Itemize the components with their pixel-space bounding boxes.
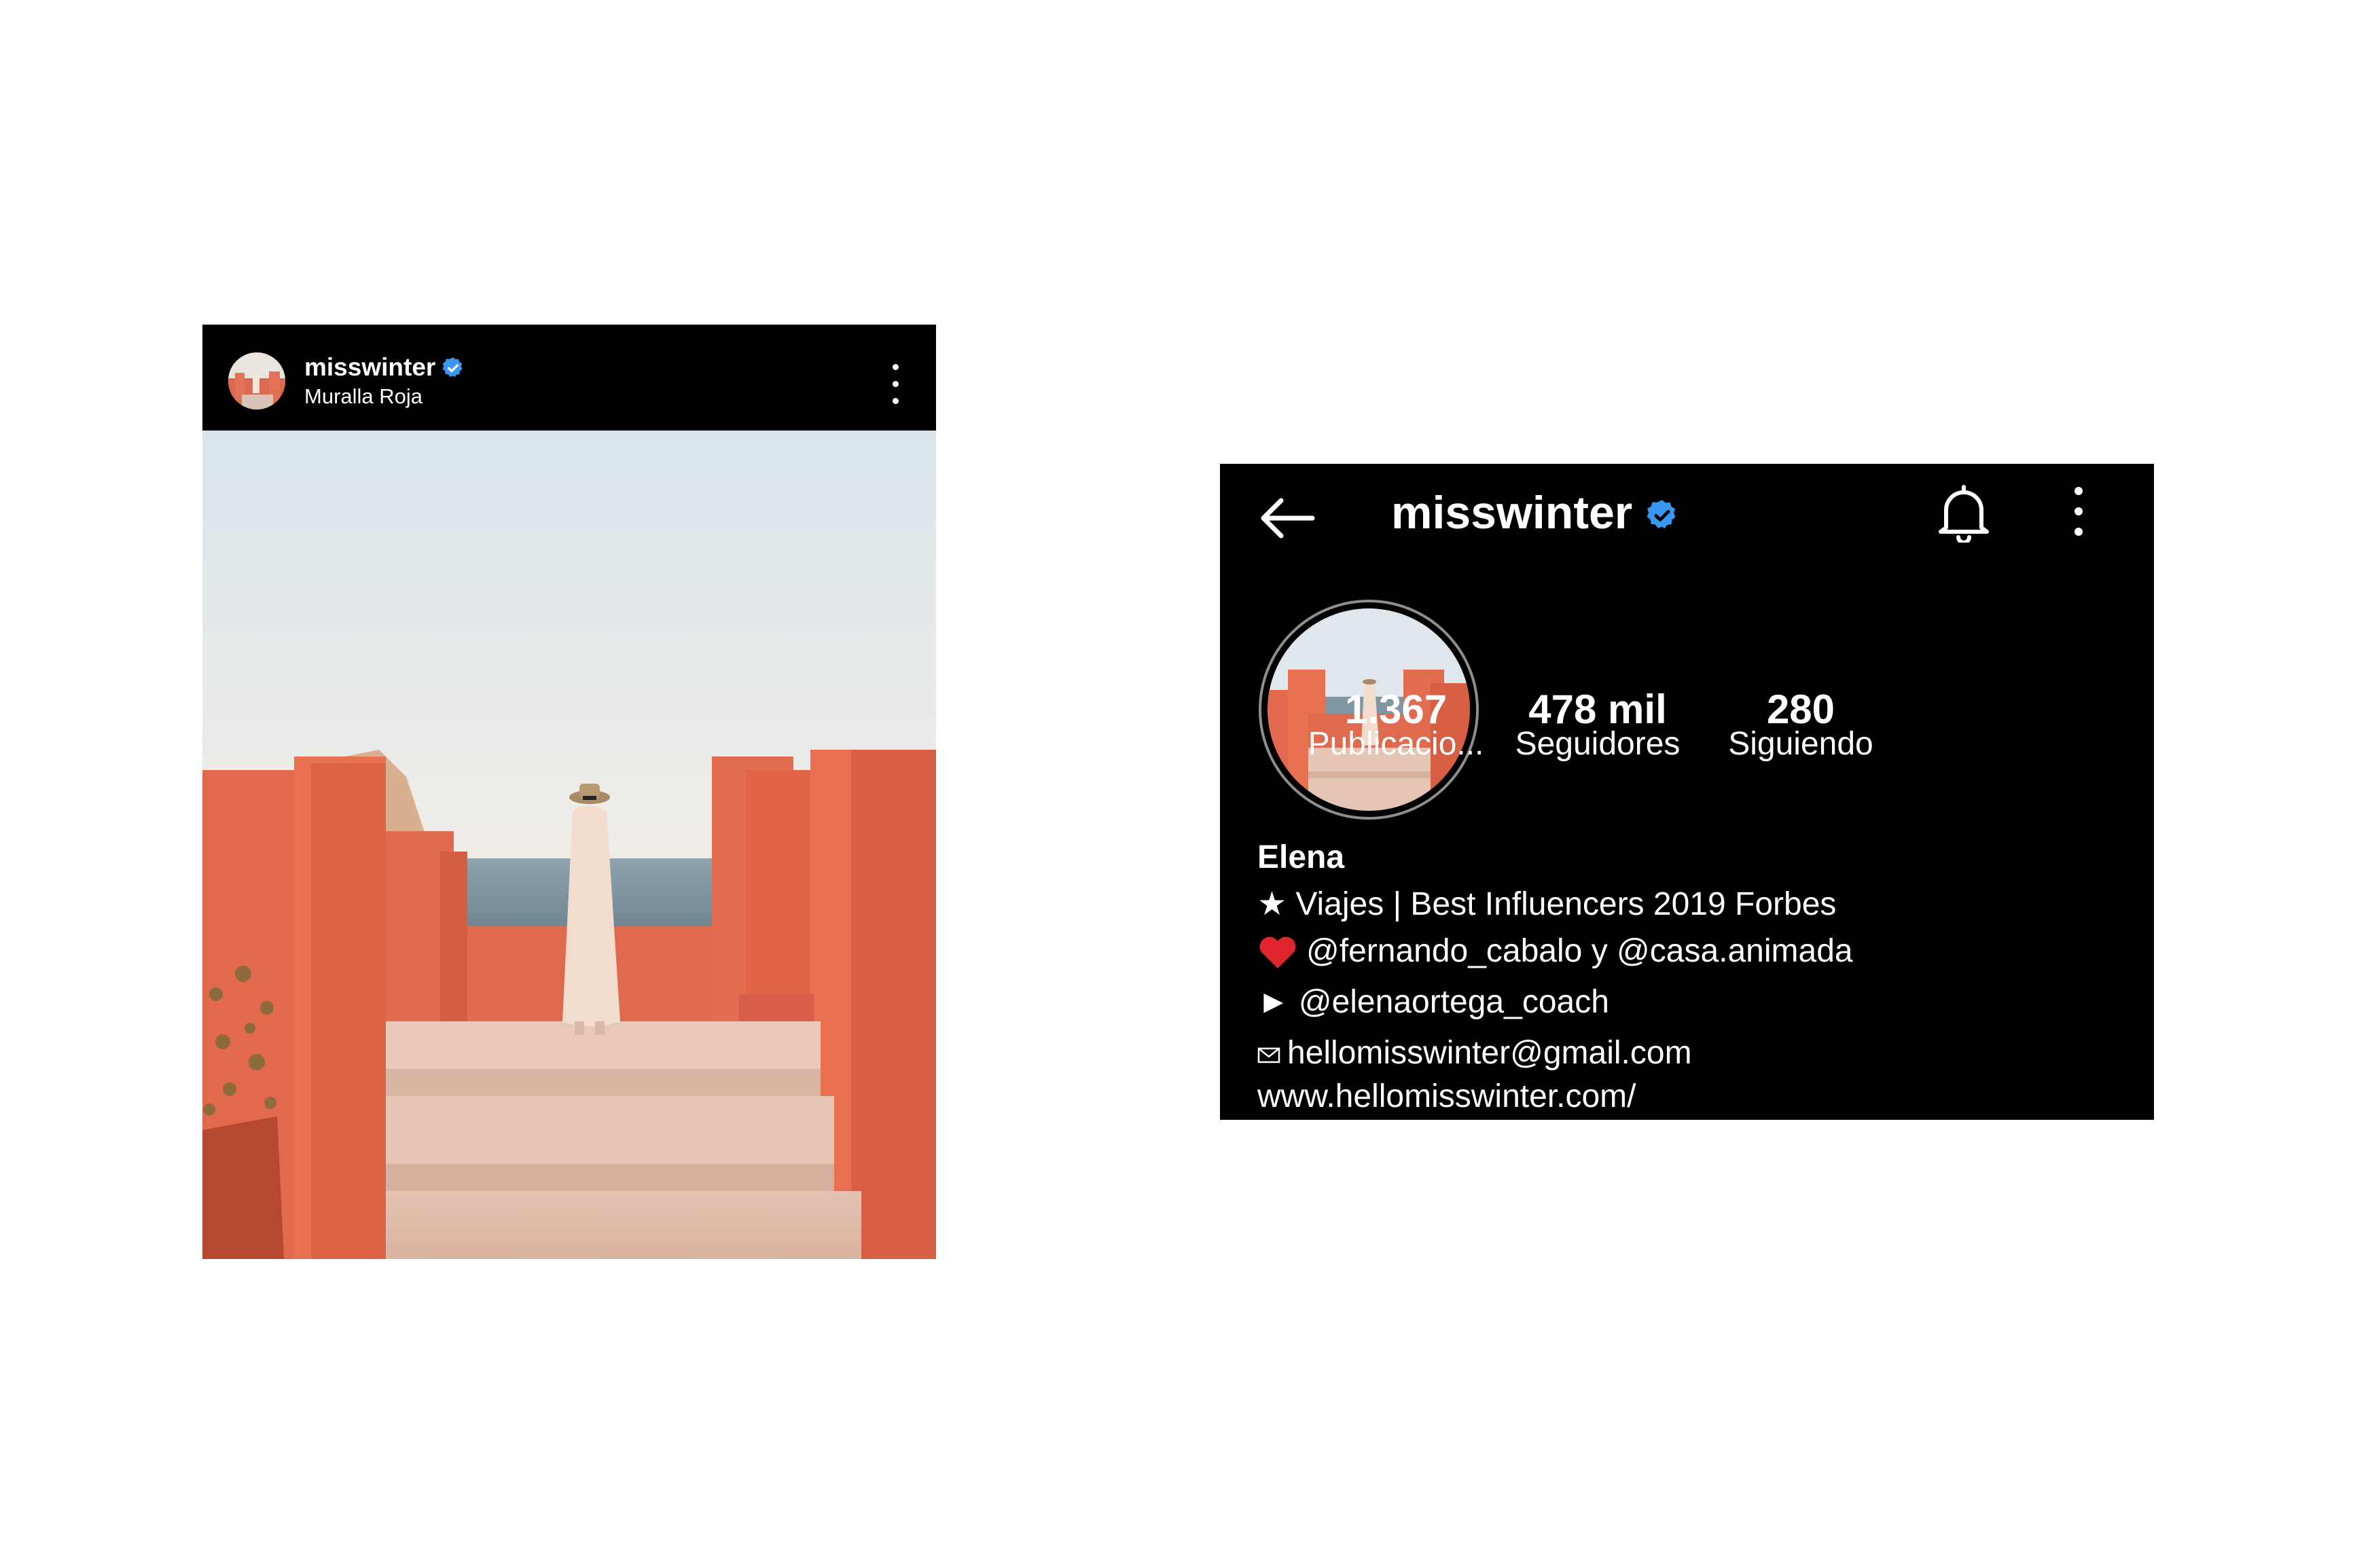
- envelope-icon: [1257, 1048, 1280, 1063]
- post-header: misswinter Muralla Roja: [202, 325, 936, 431]
- more-options-icon[interactable]: [885, 364, 905, 405]
- bio-text-3[interactable]: ► @elenaortega_coach: [1257, 984, 1609, 1020]
- back-arrow-icon[interactable]: [1258, 494, 1316, 543]
- profile-name: Elena: [1257, 839, 1345, 875]
- bio-line-1: ★ Viajes | Best Influencers 2019 Forbes: [1257, 885, 1836, 923]
- followers-label[interactable]: Seguidores: [1489, 725, 1706, 763]
- post-username[interactable]: misswinter: [304, 353, 435, 382]
- bio-line-3[interactable]: ► @elenaortega_coach: [1257, 983, 1609, 1021]
- post-photo[interactable]: [202, 431, 936, 1259]
- more-options-icon[interactable]: [2066, 487, 2091, 536]
- bio-text-4[interactable]: hellomisswinter@gmail.com: [1287, 1035, 1692, 1071]
- following-label[interactable]: Siguiendo: [1692, 725, 1909, 763]
- heart-icon: [1259, 936, 1296, 969]
- notification-bell-icon[interactable]: [1935, 483, 1992, 543]
- profile-header: misswinter 1.367 Publicacio... 478 mil S…: [1220, 464, 2154, 1120]
- post-avatar[interactable]: [228, 352, 285, 409]
- post-location[interactable]: Muralla Roja: [304, 384, 423, 409]
- verified-badge-icon: [442, 357, 463, 378]
- instagram-post: misswinter Muralla Roja: [202, 325, 936, 1259]
- bio-text-1: ★ Viajes | Best Influencers 2019 Forbes: [1257, 886, 1837, 922]
- bio-text-2[interactable]: @fernando_cabalo y @casa.animada: [1306, 933, 1853, 969]
- bio-line-2[interactable]: @fernando_cabalo y @casa.animada: [1257, 932, 1853, 970]
- bio-line-4[interactable]: hellomisswinter@gmail.com: [1257, 1034, 1692, 1072]
- profile-username: misswinter: [1391, 487, 1633, 539]
- posts-label[interactable]: Publicacio...: [1287, 725, 1505, 763]
- website-link[interactable]: www.hellomisswinter.com/: [1257, 1078, 1636, 1115]
- verified-badge-icon: [1647, 500, 1676, 529]
